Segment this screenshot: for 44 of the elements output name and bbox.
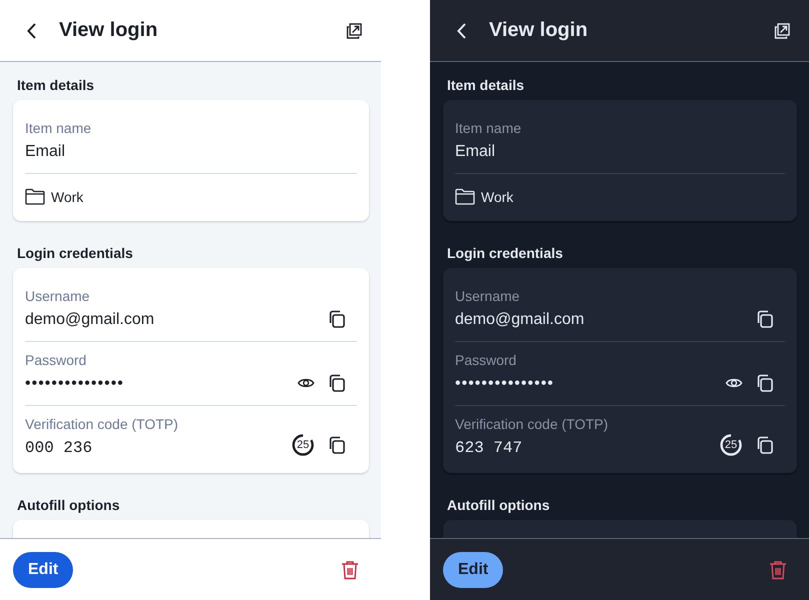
field-label: Password [455, 352, 518, 368]
field-label: Username [25, 288, 91, 304]
trash-icon[interactable] [341, 560, 359, 580]
trash-icon[interactable] [769, 560, 787, 580]
field-value: 623 747 [455, 438, 524, 459]
field-value: Email [455, 142, 496, 162]
section-heading: Autofill options [447, 496, 551, 514]
field-label: Verification code (TOTP) [455, 416, 610, 432]
back-icon[interactable] [456, 22, 468, 40]
field-value: ••••••••••••••• [455, 374, 556, 394]
countdown-timer: 25 [291, 433, 315, 457]
popout-icon[interactable] [773, 22, 791, 40]
back-icon[interactable] [26, 22, 38, 40]
field-value: Email [25, 142, 66, 162]
field-label: Password [25, 352, 88, 368]
field-label: Item name [25, 120, 92, 136]
section-heading: Login credentials [17, 244, 134, 262]
page-title: View login [59, 19, 158, 42]
field-value: ••••••••••••••• [25, 374, 126, 394]
section-heading: Item details [447, 76, 526, 94]
copy-icon[interactable] [755, 373, 775, 393]
field-value: demo@gmail.com [455, 310, 586, 330]
field-label: Verification code (TOTP) [25, 416, 180, 432]
field-label: Item name [455, 120, 522, 136]
copy-icon[interactable] [755, 435, 775, 455]
folder-icon [25, 188, 45, 205]
section-heading: Item details [17, 76, 96, 94]
copy-icon[interactable] [755, 309, 775, 329]
section-heading: Login credentials [447, 244, 564, 262]
popout-icon[interactable] [345, 22, 363, 40]
field-label: Username [455, 288, 521, 304]
folder-name: Work [51, 188, 84, 204]
field-value: 000 236 [25, 438, 94, 459]
copy-icon[interactable] [327, 373, 347, 393]
copy-icon[interactable] [327, 435, 347, 455]
folder-icon [455, 188, 475, 205]
copy-icon[interactable] [327, 309, 347, 329]
edit-button[interactable]: Edit [13, 552, 74, 588]
section-heading: Autofill options [17, 496, 121, 514]
page-title: View login [489, 19, 588, 42]
field-value: demo@gmail.com [25, 310, 156, 330]
folder-name: Work [481, 188, 514, 204]
edit-button[interactable]: Edit [443, 552, 504, 588]
countdown-timer: 25 [719, 433, 743, 457]
